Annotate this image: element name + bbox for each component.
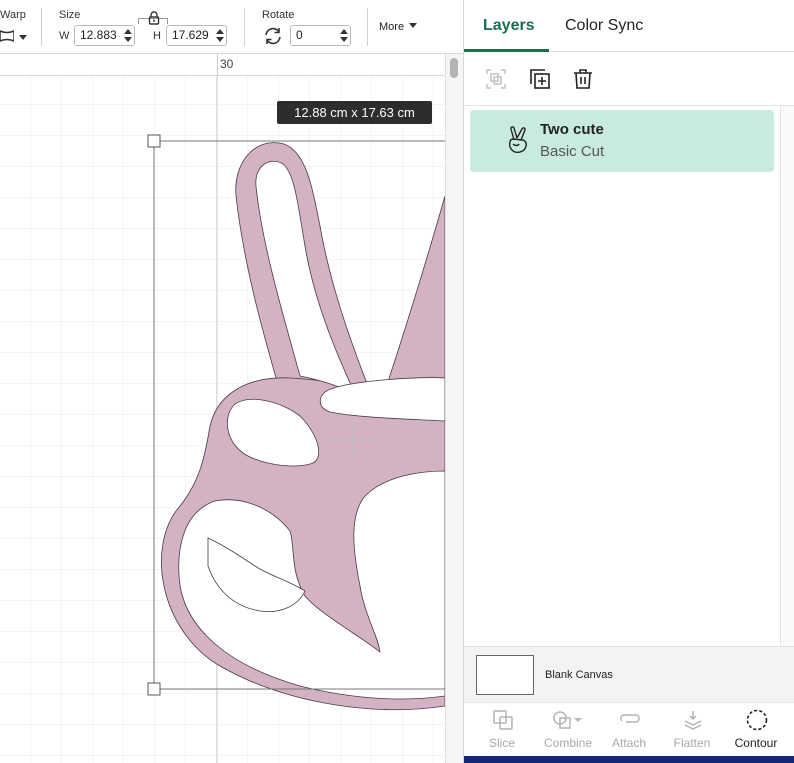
rotate-icon[interactable] — [263, 26, 283, 46]
layer-operation[interactable]: Basic Cut — [540, 143, 604, 160]
toolbar-divider — [244, 8, 245, 46]
attach-icon — [620, 714, 640, 723]
width-input[interactable]: 12.883 — [74, 25, 123, 46]
rotate-stepper[interactable] — [338, 25, 351, 46]
rotate-label: Rotate — [262, 9, 295, 21]
more-button[interactable]: More — [379, 21, 418, 33]
edit-toolbar: Warp Size W 12.883 H 17.629 Rotate 0 Mor… — [0, 0, 463, 54]
contour-button[interactable]: Contour — [724, 703, 788, 757]
attach-button[interactable]: Attach — [597, 703, 661, 757]
layer-name: Two cute — [540, 121, 604, 138]
duplicate-icon[interactable] — [529, 68, 551, 90]
layer-toolbar — [464, 52, 794, 106]
layer-actions: Slice Combine Attach Flatten Contour — [464, 702, 794, 756]
height-label: H — [153, 30, 161, 42]
layers-scrollbar[interactable] — [780, 106, 794, 646]
size-label: Size — [59, 9, 81, 21]
width-stepper[interactable] — [122, 25, 135, 46]
width-label: W — [59, 30, 70, 42]
more-caret-icon — [409, 23, 418, 28]
flatten-button[interactable]: Flatten — [660, 703, 724, 757]
blank-canvas-label: Blank Canvas — [545, 669, 613, 681]
combine-label: Combine — [543, 736, 593, 750]
blank-canvas-row[interactable]: Blank Canvas — [464, 646, 794, 702]
height-input[interactable]: 17.629 — [166, 25, 215, 46]
slice-label: Slice — [488, 736, 515, 750]
dimension-tooltip: 12.88 cm x 17.63 cm — [277, 101, 432, 124]
resize-handle-top-left[interactable] — [147, 134, 161, 148]
warp-label: Warp — [0, 9, 26, 21]
flatten-label: Flatten — [673, 736, 711, 750]
blank-canvas-swatch[interactable] — [476, 655, 534, 695]
layer-list: Two cute Basic Cut — [464, 106, 780, 646]
attach-label: Attach — [611, 736, 647, 750]
more-label: More — [379, 21, 405, 33]
design-shape-peace-hand[interactable] — [0, 76, 445, 763]
canvas-vertical-scrollbar[interactable] — [445, 54, 463, 763]
layer-item[interactable]: Two cute Basic Cut — [470, 110, 774, 172]
flatten-icon — [684, 711, 702, 730]
toolbar-divider — [41, 8, 42, 46]
horizontal-ruler: 30 — [0, 54, 445, 76]
bottom-action-bar[interactable] — [464, 756, 794, 763]
contour-icon — [746, 709, 768, 731]
slice-icon — [493, 710, 513, 730]
design-canvas[interactable]: 30 12.88 cm x 17.63 cm — [0, 54, 463, 763]
slice-button[interactable]: Slice — [470, 703, 534, 757]
panel-tabs: Layers Color Sync — [464, 0, 794, 52]
resize-handle-bottom-left[interactable] — [147, 682, 161, 696]
warp-icon[interactable] — [0, 30, 14, 42]
toolbar-divider — [367, 8, 368, 46]
contour-label: Contour — [734, 736, 778, 750]
lock-icon[interactable] — [148, 11, 160, 25]
tab-color-sync[interactable]: Color Sync — [565, 17, 643, 35]
layers-panel: Layers Color Sync Two cute Basic Cut Bla… — [463, 0, 794, 763]
scrollbar-thumb[interactable] — [450, 58, 458, 78]
peace-hand-icon — [508, 126, 527, 153]
warp-dropdown-caret-icon[interactable] — [19, 35, 27, 40]
combine-button[interactable]: Combine — [536, 703, 600, 757]
ruler-label: 30 — [220, 57, 234, 71]
delete-icon[interactable] — [572, 68, 594, 90]
combine-icon — [553, 711, 582, 729]
tab-layers[interactable]: Layers — [483, 17, 535, 35]
ruler-tick — [217, 54, 218, 76]
rotate-input[interactable]: 0 — [290, 25, 339, 46]
group-icon[interactable] — [485, 68, 507, 90]
height-stepper[interactable] — [214, 25, 227, 46]
